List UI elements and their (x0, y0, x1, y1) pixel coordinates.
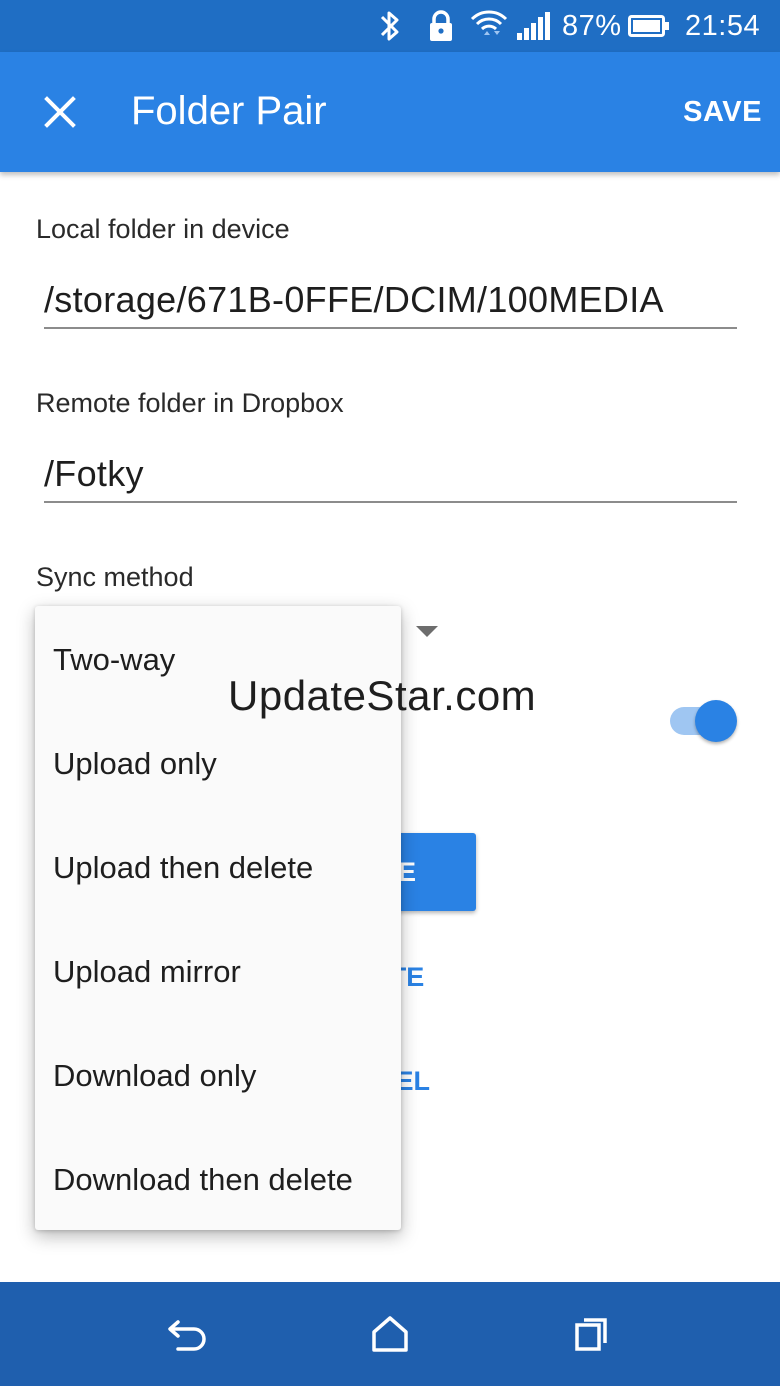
back-button[interactable] (158, 1304, 218, 1364)
app-bar: Folder Pair SAVE (0, 52, 780, 172)
menu-item-upload-only[interactable]: Upload only (35, 712, 401, 816)
dropdown-arrow-icon[interactable] (416, 626, 438, 637)
back-icon (168, 1320, 206, 1351)
bluetooth-icon (378, 0, 402, 52)
menu-item-two-way[interactable]: Two-way (35, 608, 401, 712)
wifi-icon (470, 0, 508, 52)
menu-item-upload-then-delete[interactable]: Upload then delete (35, 816, 401, 920)
battery-percent: 87% (562, 9, 622, 42)
page-title: Folder Pair (131, 89, 327, 133)
remote-folder-underline (44, 501, 737, 503)
recents-icon (575, 1318, 607, 1351)
menu-item-download-only[interactable]: Download only (35, 1024, 401, 1128)
local-folder-label: Local folder in device (36, 214, 290, 244)
home-icon (372, 1316, 408, 1352)
signal-icon (516, 0, 552, 52)
sync-method-dropdown: Two-way Upload only Upload then delete U… (35, 606, 401, 1230)
screen: 87% 21:54 Folder Pair SAVE Local folder … (0, 0, 780, 1386)
navigation-bar (0, 1282, 780, 1386)
local-folder-underline (44, 327, 737, 329)
clock: 21:54 (685, 9, 761, 42)
close-icon (44, 96, 76, 128)
status-bar: 87% 21:54 (0, 0, 780, 52)
sync-toggle[interactable] (668, 700, 740, 742)
close-button[interactable] (30, 82, 90, 142)
remote-folder-label: Remote folder in Dropbox (36, 388, 344, 418)
battery-icon (628, 0, 670, 52)
menu-item-download-then-delete[interactable]: Download then delete (35, 1128, 401, 1232)
remote-folder-field[interactable]: /Fotky (44, 453, 144, 495)
sync-method-label: Sync method (36, 562, 194, 592)
save-button[interactable]: SAVE (683, 96, 762, 129)
toggle-thumb (695, 700, 737, 742)
home-button[interactable] (360, 1304, 420, 1364)
lock-icon (428, 0, 454, 52)
local-folder-field[interactable]: /storage/671B-0FFE/DCIM/100MEDIA (44, 279, 664, 321)
recents-button[interactable] (562, 1304, 622, 1364)
menu-item-upload-mirror[interactable]: Upload mirror (35, 920, 401, 1024)
